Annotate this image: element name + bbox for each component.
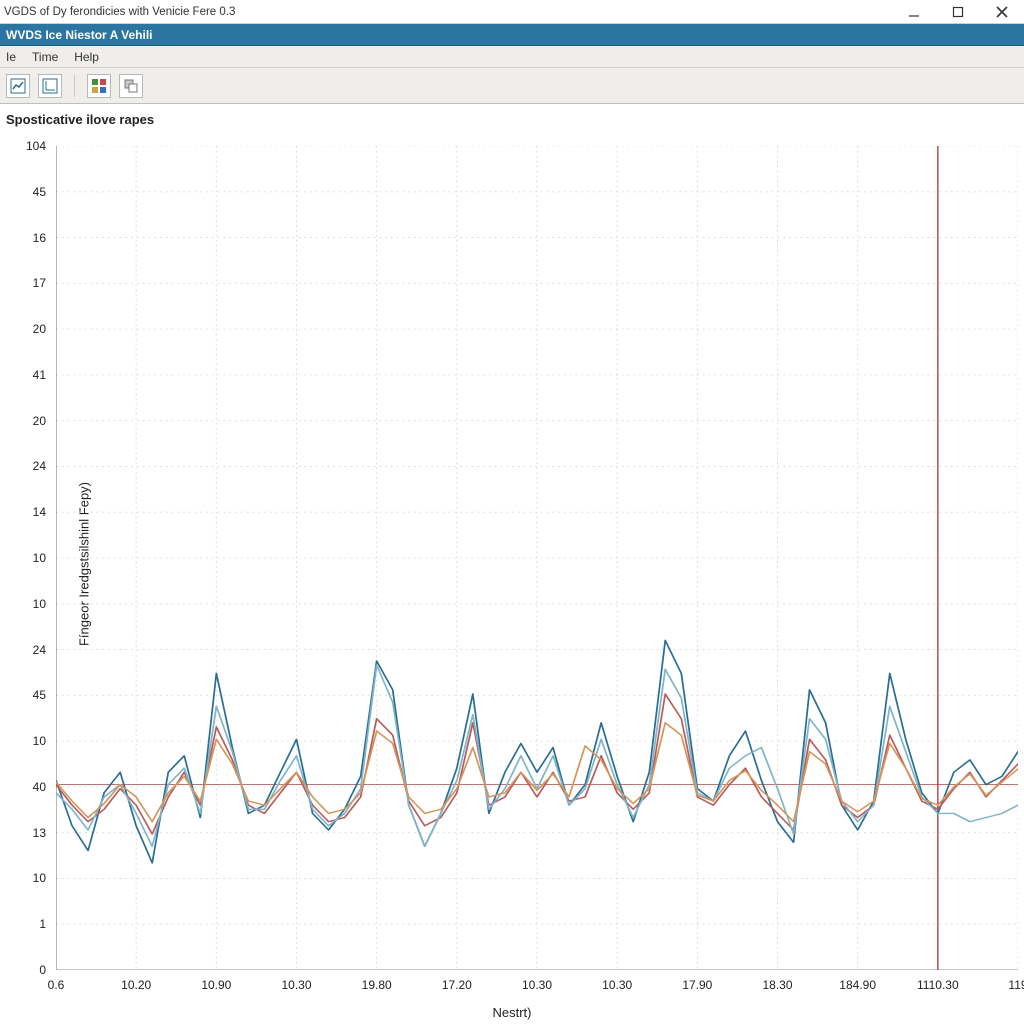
x-tick-label: 119 [1008, 978, 1024, 992]
toolbar [0, 68, 1024, 104]
x-tick-label: 17.20 [442, 978, 472, 992]
y-tick-label: 10 [0, 871, 46, 885]
y-tick-label: 10 [0, 551, 46, 565]
minimize-icon [908, 6, 920, 18]
y-tick-label: 0 [0, 963, 46, 977]
y-tick-label: 14 [0, 505, 46, 519]
x-axis-ticks: 0.610.2010.9010.3019.8017.2010.3010.3017… [56, 978, 1018, 996]
y-tick-label: 13 [0, 826, 46, 840]
y-tick-label: 24 [0, 643, 46, 657]
layers-icon [123, 78, 139, 94]
plot-region[interactable] [56, 146, 1018, 970]
x-tick-label: 19.80 [362, 978, 392, 992]
toolbar-chart-window-button[interactable] [6, 74, 30, 98]
window-titlebar: VGDS of Dy ferondicies with Venicie Fere… [0, 0, 1024, 24]
close-icon [996, 6, 1008, 18]
x-tick-label: 17.90 [682, 978, 712, 992]
y-tick-label: 10 [0, 734, 46, 748]
menu-item-help[interactable]: Help [74, 50, 99, 64]
x-tick-label: 10.90 [201, 978, 231, 992]
y-tick-label: 20 [0, 322, 46, 336]
toolbar-axes-window-button[interactable] [38, 74, 62, 98]
menu-bar: Ie Time Help [0, 46, 1024, 68]
y-tick-label: 1 [0, 917, 46, 931]
palette-icon [91, 78, 107, 94]
window-subtitle-bar: WVDS Ice Niestor A Vehili [0, 24, 1024, 46]
y-tick-label: 20 [0, 414, 46, 428]
y-tick-label: 45 [0, 688, 46, 702]
toolbar-separator [74, 75, 75, 97]
y-tick-label: 45 [0, 185, 46, 199]
close-button[interactable] [980, 0, 1024, 23]
menu-item-file[interactable]: Ie [6, 50, 16, 64]
x-tick-label: 10.30 [281, 978, 311, 992]
x-axis-label: Nestrt) [493, 1005, 532, 1020]
menu-item-time[interactable]: Time [32, 50, 58, 64]
x-tick-label: 10.20 [121, 978, 151, 992]
x-tick-label: 18.30 [762, 978, 792, 992]
axes-window-icon [42, 78, 58, 94]
y-axis-ticks: 1044516172041202414101024451040131010 [0, 146, 52, 970]
x-tick-label: 184.90 [839, 978, 876, 992]
y-tick-label: 17 [0, 276, 46, 290]
toolbar-palette-button[interactable] [87, 74, 111, 98]
window-subtitle: WVDS Ice Niestor A Vehili [6, 28, 152, 42]
window-buttons [892, 0, 1024, 23]
maximize-button[interactable] [936, 0, 980, 23]
chart-area: Sposticative ilove rapes Fíngeor Iredgst… [0, 104, 1024, 1024]
chart-window-icon [10, 78, 26, 94]
y-tick-label: 40 [0, 780, 46, 794]
chart-title: Sposticative ilove rapes [6, 112, 154, 127]
y-tick-label: 10 [0, 597, 46, 611]
maximize-icon [952, 6, 964, 18]
window-title: VGDS of Dy ferondicies with Venicie Fere… [4, 6, 892, 18]
plot-svg [56, 146, 1018, 970]
x-tick-label: 0.6 [48, 978, 65, 992]
minimize-button[interactable] [892, 0, 936, 23]
x-tick-label: 10.30 [602, 978, 632, 992]
y-tick-label: 104 [0, 139, 46, 153]
y-tick-label: 41 [0, 368, 46, 382]
y-tick-label: 24 [0, 459, 46, 473]
toolbar-layers-button[interactable] [119, 74, 143, 98]
y-tick-label: 16 [0, 231, 46, 245]
x-tick-label: 1110.30 [917, 978, 959, 992]
x-tick-label: 10.30 [522, 978, 552, 992]
